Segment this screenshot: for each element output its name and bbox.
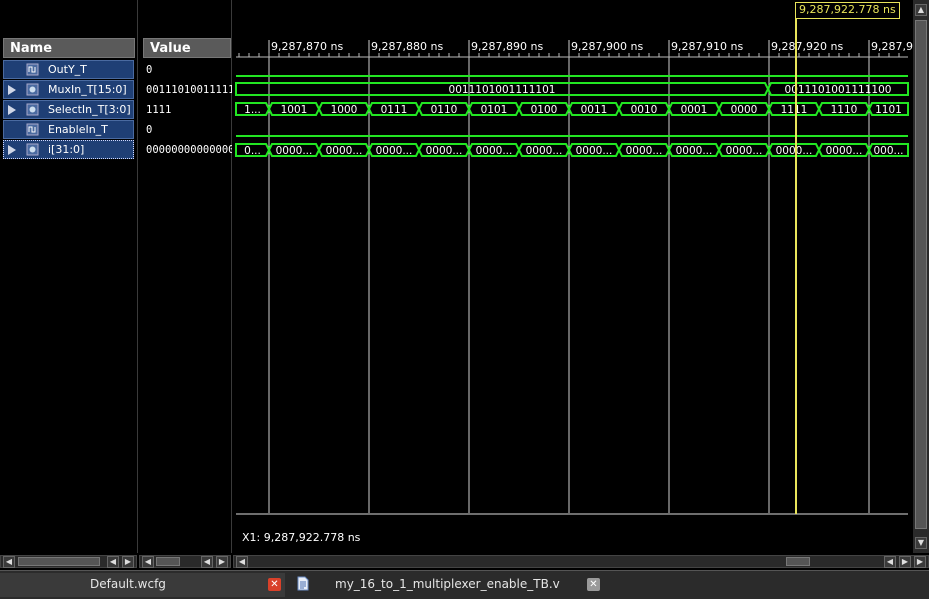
wave-i-value-label: 000...: [873, 145, 903, 157]
wave-i-value-label: 0000...: [426, 145, 463, 157]
name-panel-hscroll[interactable]: ◀ ◀ ▶: [0, 555, 137, 568]
waveform-hscroll[interactable]: ◀ ◀ ▶ ▶: [233, 555, 929, 568]
time-tick-label: 9,287,870 ns: [271, 40, 343, 53]
scroll-right-button[interactable]: ▶: [122, 556, 134, 568]
signal-row-selectin[interactable]: SelectIn_T[3:0]: [3, 100, 134, 119]
signal-name: i[31:0]: [48, 143, 85, 156]
expand-arrow-icon[interactable]: [8, 145, 16, 155]
wave-selectin-value-label: 1001: [281, 104, 308, 116]
scroll-down-button[interactable]: ▼: [915, 537, 927, 549]
scroll-right-button[interactable]: ▶: [216, 556, 228, 568]
scroll-right-button[interactable]: ▶: [899, 556, 911, 568]
signal-icon: [26, 63, 39, 76]
scroll-left-button[interactable]: ◀: [236, 556, 248, 568]
signal-icon: [26, 123, 39, 136]
time-tick-label: 9,287,920 ns: [771, 40, 843, 53]
time-tick-label: 9,287,880 ns: [371, 40, 443, 53]
wave-i-value-label: 0000...: [276, 145, 313, 157]
bus-icon: [26, 103, 39, 116]
file-icon: [297, 576, 309, 591]
time-tick-label: 9,287,890 ns: [471, 40, 543, 53]
signal-value: 1111: [146, 104, 172, 116]
tab-default-wcfg[interactable]: Default.wcfg ✕: [0, 573, 285, 597]
wave-i-value-label: 0000...: [826, 145, 863, 157]
wave-selectin-value-label: 0000: [731, 104, 758, 116]
time-tick-label: 9,287,910 ns: [671, 40, 743, 53]
vertical-scroll-thumb[interactable]: [915, 20, 927, 529]
name-panel: Name OutY_T MuxIn_T[15:0] SelectIn_T[3:0…: [0, 0, 138, 553]
expand-arrow-icon[interactable]: [8, 105, 16, 115]
signal-row-muxin[interactable]: MuxIn_T[15:0]: [3, 80, 134, 99]
signal-value: 00000000000000000000000000001111: [146, 144, 232, 156]
wave-selectin-value-label: 1000: [331, 104, 358, 116]
wave-i-value-label: 0...: [244, 145, 261, 157]
wave-i-value-label: 0000...: [576, 145, 613, 157]
hscroll-thumb[interactable]: [786, 557, 810, 566]
wave-selectin-value-label: 1111: [781, 104, 808, 116]
wave-i-value-label: 0000...: [726, 145, 763, 157]
scroll-left-button[interactable]: ◀: [142, 556, 154, 568]
wave-selectin-value-label: 0100: [531, 104, 558, 116]
signal-name: OutY_T: [48, 63, 87, 76]
wave-selectin-value-label: 0111: [381, 104, 408, 116]
time-tick-label: 9,287,900 ns: [571, 40, 643, 53]
value-column-header[interactable]: Value: [143, 38, 231, 58]
expand-arrow-icon[interactable]: [8, 85, 16, 95]
wave-i-value-label: 0000...: [376, 145, 413, 157]
editor-tab-bar: Default.wcfg ✕ my_16_to_1_multiplexer_en…: [0, 570, 929, 599]
wave-i-value-label: 0000...: [326, 145, 363, 157]
scroll-up-button[interactable]: ▲: [915, 4, 927, 16]
time-tick-label: 9,287,9: [871, 40, 913, 53]
signal-name: EnableIn_T: [48, 123, 108, 136]
cursor-x1-label: X1: 9,287,922.778 ns: [242, 531, 361, 544]
hscroll-thumb[interactable]: [156, 557, 180, 566]
waveform-area[interactable]: 9,287,870 ns 9,287,880 ns 9,287,890 ns 9,28…: [233, 0, 913, 553]
wave-selectin-value-label: 1101: [875, 104, 902, 116]
close-icon[interactable]: ✕: [268, 578, 281, 591]
wave-i-value-label: 0000...: [776, 145, 813, 157]
signal-name: SelectIn_T[3:0]: [48, 103, 131, 116]
signal-row-enablein[interactable]: EnableIn_T: [3, 120, 134, 139]
wave-selectin-value-label: 0001: [681, 104, 708, 116]
signal-value: 0: [146, 64, 153, 76]
wave-i-value-label: 0000...: [626, 145, 663, 157]
scroll-left-button[interactable]: ◀: [3, 556, 15, 568]
wave-muxin-value-label: 0011101001111100: [785, 84, 892, 96]
wave-muxin-value-label: 0011101001111101: [449, 84, 556, 96]
name-column-header[interactable]: Name: [3, 38, 135, 58]
wave-selectin-value-label: 0101: [481, 104, 508, 116]
signal-value: 0: [146, 124, 153, 136]
tab-testbench-v[interactable]: my_16_to_1_multiplexer_enable_TB.v ✕: [289, 573, 607, 597]
scroll-left-button[interactable]: ◀: [201, 556, 213, 568]
wave-selectin-value-label: 1...: [244, 104, 261, 116]
signal-row-i[interactable]: i[31:0]: [3, 140, 134, 159]
wave-selectin-value-label: 0010: [631, 104, 658, 116]
wave-i-value-label: 0000...: [526, 145, 563, 157]
value-panel-hscroll[interactable]: ◀ ◀ ▶: [139, 555, 231, 568]
wave-selectin-value-label: 1110: [831, 104, 858, 116]
vertical-scrollbar[interactable]: ▲ ▼: [913, 0, 929, 553]
wave-i-value-label: 0000...: [476, 145, 513, 157]
bus-icon: [26, 143, 39, 156]
wave-i-value-label: 0000...: [676, 145, 713, 157]
signal-row-outy[interactable]: OutY_T: [3, 60, 134, 79]
hscroll-thumb[interactable]: [18, 557, 100, 566]
cursor-time-readout[interactable]: 9,287,922.778 ns: [795, 2, 900, 19]
scroll-right-button[interactable]: ▶: [914, 556, 926, 568]
scroll-left-button[interactable]: ◀: [884, 556, 896, 568]
tab-label: my_16_to_1_multiplexer_enable_TB.v: [335, 577, 560, 591]
waveform-canvas[interactable]: 9,287,870 ns 9,287,880 ns 9,287,890 ns 9,28…: [233, 0, 913, 553]
wave-selectin-value-label: 0011: [581, 104, 608, 116]
close-icon[interactable]: ✕: [587, 578, 600, 591]
signal-value: 0011101001111101: [146, 84, 232, 96]
value-panel: Value 0 0011101001111101 1111 0 00000000…: [139, 0, 232, 553]
scroll-left-button[interactable]: ◀: [107, 556, 119, 568]
bus-icon: [26, 83, 39, 96]
wave-selectin-value-label: 0110: [431, 104, 458, 116]
tab-label: Default.wcfg: [90, 577, 166, 591]
signal-name: MuxIn_T[15:0]: [48, 83, 127, 96]
